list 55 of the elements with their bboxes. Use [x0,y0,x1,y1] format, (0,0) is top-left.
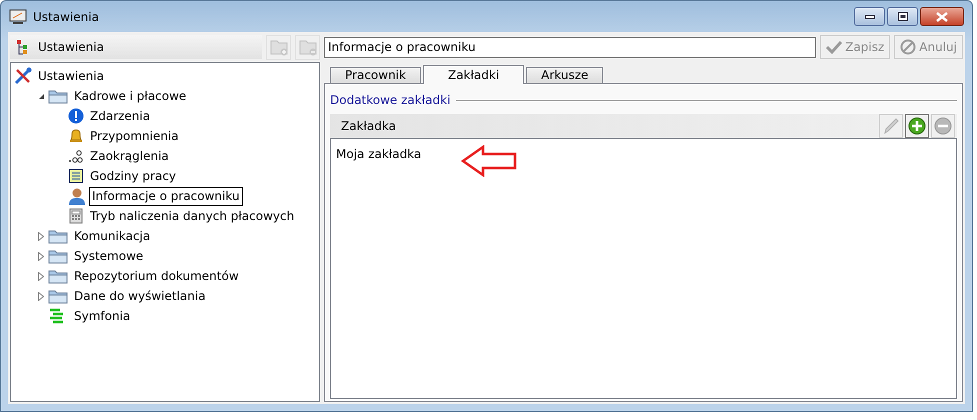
monitor-icon [9,8,27,24]
close-button[interactable] [920,7,964,26]
list-item[interactable]: Moja zakładka [336,145,422,163]
minimize-icon [864,14,874,18]
person-icon [68,187,86,205]
tree-item[interactable]: Zdarzenia [87,106,154,126]
panel-title: Ustawienia [38,39,104,56]
folder-icon [48,288,68,304]
tree-item[interactable]: Godziny pracy [87,166,180,186]
tab[interactable]: Zakładki [422,65,524,84]
tree-item[interactable]: Komunikacja [71,226,154,246]
folder-icon [48,248,68,264]
folder-icon [48,228,68,244]
bell-icon [68,128,84,144]
list-sheet-icon [68,168,84,184]
close-icon [936,12,948,22]
tree-item[interactable]: Zaokrąglenia [87,146,172,166]
maximize-button[interactable] [887,7,918,26]
arrow-drawing [461,145,518,177]
pencil-icon [883,118,899,134]
minus-icon [934,117,952,135]
tree-item[interactable]: Przypomnienia [87,126,182,146]
tree-item[interactable]: Informacje o pracowniku [89,186,243,206]
plus-icon [908,117,926,135]
tab[interactable]: Pracownik [330,67,421,83]
folder-icon [298,38,316,56]
expand-arrow-icon[interactable] [38,232,44,240]
calculator-icon [68,208,84,224]
collapse-arrow-icon[interactable] [38,92,44,100]
tree-item[interactable]: Repozytorium dokumentów [71,266,242,286]
title-field[interactable]: Informacje o pracowniku [324,36,816,58]
tree-item[interactable]: Symfonia [71,306,134,326]
expand-arrow-icon[interactable] [38,252,44,260]
folder-icon [48,268,68,284]
maximize-icon [898,12,908,21]
info-icon [68,108,84,124]
dots-icon [68,148,84,164]
tree-item[interactable]: Ustawienia [35,66,107,86]
window-title: Ustawienia [33,8,99,26]
minimize-button[interactable] [854,7,885,26]
column-header: Zakładka [341,118,396,135]
expand-arrow-icon[interactable] [38,292,44,300]
tree-item[interactable]: Tryb naliczenia danych płacowych [87,206,298,226]
cancel-icon [900,39,916,55]
tools-icon [14,67,32,85]
group-title: Dodatkowe zakładki [330,92,450,109]
tree-item[interactable]: Kadrowe i płacowe [71,86,190,106]
folder-icon [270,38,288,56]
tree-item[interactable]: Dane do wyświetlania [71,286,209,306]
folder-icon [48,88,68,104]
add-button[interactable] [905,114,929,138]
tab[interactable]: Arkusze [526,67,604,83]
checkmark-icon [826,40,842,54]
tree-item[interactable]: Systemowe [71,246,146,266]
expand-arrow-icon[interactable] [38,272,44,280]
